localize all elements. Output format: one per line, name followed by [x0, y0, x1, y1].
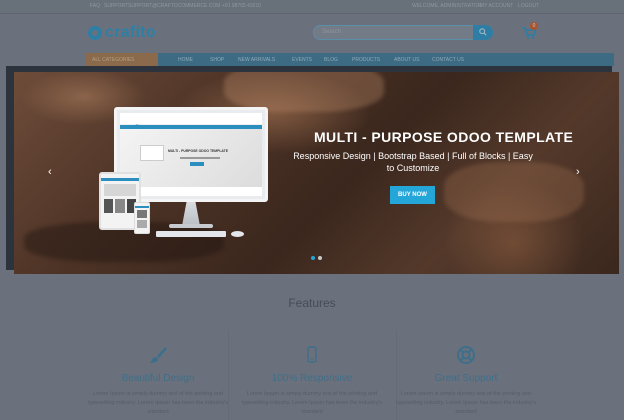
phone-mockup	[134, 202, 150, 234]
topbar-my-account[interactable]: MY ACCOUNT	[480, 3, 513, 9]
feature-text: Lorem Ipsum is simply dummy text of the …	[87, 391, 229, 415]
feature-card-support: Great Support Lorem Ipsum is simply dumm…	[391, 345, 541, 417]
nav-item-blog[interactable]: BLOG	[324, 57, 338, 63]
nav-item-home[interactable]: HOME	[178, 57, 193, 63]
buy-now-button[interactable]: BUY NOW	[390, 186, 435, 204]
nav-item-shop[interactable]: SHOP	[210, 57, 224, 63]
topbar-welcome: WELCOME, ADMINISTRATOR	[412, 3, 482, 9]
desktop-screen: crafito MULTI - PURPOSE ODOO TEMPLATE	[120, 113, 262, 196]
feature-title: Beautiful Design	[121, 373, 195, 384]
slider-prev-arrow[interactable]: ‹	[48, 166, 52, 178]
slider-dot[interactable]	[311, 256, 315, 260]
search-input[interactable]: Search	[313, 25, 493, 40]
top-utility-bar: FAQ SUPPORT SUPPORT@CRAFTOCOMMERCE.COM +…	[0, 0, 624, 14]
site-logo[interactable]: crafito	[88, 23, 156, 43]
nav-item-events[interactable]: EVENTS	[292, 57, 312, 63]
cart-count-badge: 0	[530, 22, 538, 30]
search-placeholder: Search	[322, 29, 342, 35]
nav-item-new-arrivals[interactable]: NEW ARRIVALS	[238, 57, 275, 63]
topbar-email[interactable]: SUPPORT@CRAFTOCOMMERCE.COM	[128, 3, 220, 9]
feature-text: Lorem Ipsum is simply dummy text of the …	[241, 391, 383, 415]
mobile-icon	[307, 346, 317, 363]
topbar-link-support[interactable]: SUPPORT	[104, 3, 128, 9]
search-button[interactable]	[473, 25, 493, 40]
brush-icon	[150, 347, 167, 363]
hero-title: MULTI - PURPOSE ODOO TEMPLATE	[314, 129, 574, 145]
lifebuoy-icon	[457, 346, 475, 364]
topbar-logout[interactable]: LOGOUT	[518, 3, 539, 9]
feature-card-responsive: 100% Responsive Lorem Ipsum is simply du…	[237, 345, 387, 417]
keyboard-mockup	[156, 231, 226, 237]
topbar-phone: +91 98765 43210	[222, 3, 262, 9]
logo-text: crafito	[105, 24, 156, 41]
feature-card-design: Beautiful Design Lorem Ipsum is simply d…	[83, 345, 233, 417]
mockup-headline: MULTI - PURPOSE ODOO TEMPLATE	[168, 149, 228, 153]
mouse-mockup	[231, 231, 244, 237]
all-categories-label: ALL CATEGORIES	[92, 57, 135, 63]
all-categories-button[interactable]: ALL CATEGORIES	[86, 53, 158, 66]
hero-subtitle: Responsive Design | Bootstrap Based | Fu…	[293, 151, 533, 173]
logo-mark-icon	[88, 26, 102, 40]
slider-next-arrow[interactable]: ›	[576, 166, 580, 178]
search-icon	[479, 28, 487, 36]
desktop-base	[169, 224, 213, 228]
features-heading: Features	[288, 296, 336, 310]
topbar-link-faq[interactable]: FAQ	[90, 3, 100, 9]
feature-title: Great Support	[434, 373, 498, 384]
nav-item-contact-us[interactable]: CONTACT US	[432, 57, 464, 63]
slider-pagination	[311, 256, 322, 260]
nav-item-about-us[interactable]: ABOUT US	[394, 57, 419, 63]
hero-slider: crafito MULTI - PURPOSE ODOO TEMPLATE ‹ …	[14, 72, 619, 274]
feature-text: Lorem Ipsum is simply dummy text of the …	[395, 391, 537, 415]
main-navigation: HOME SHOP NEW ARRIVALS EVENTS BLOG PRODU…	[86, 53, 614, 66]
feature-title: 100% Responsive	[271, 373, 353, 384]
slider-dot[interactable]	[318, 256, 322, 260]
fabric-highlight	[224, 72, 384, 112]
modal-shadow-left	[6, 74, 14, 270]
desktop-stand	[182, 202, 200, 226]
nav-item-products[interactable]: PRODUCTS	[352, 57, 380, 63]
